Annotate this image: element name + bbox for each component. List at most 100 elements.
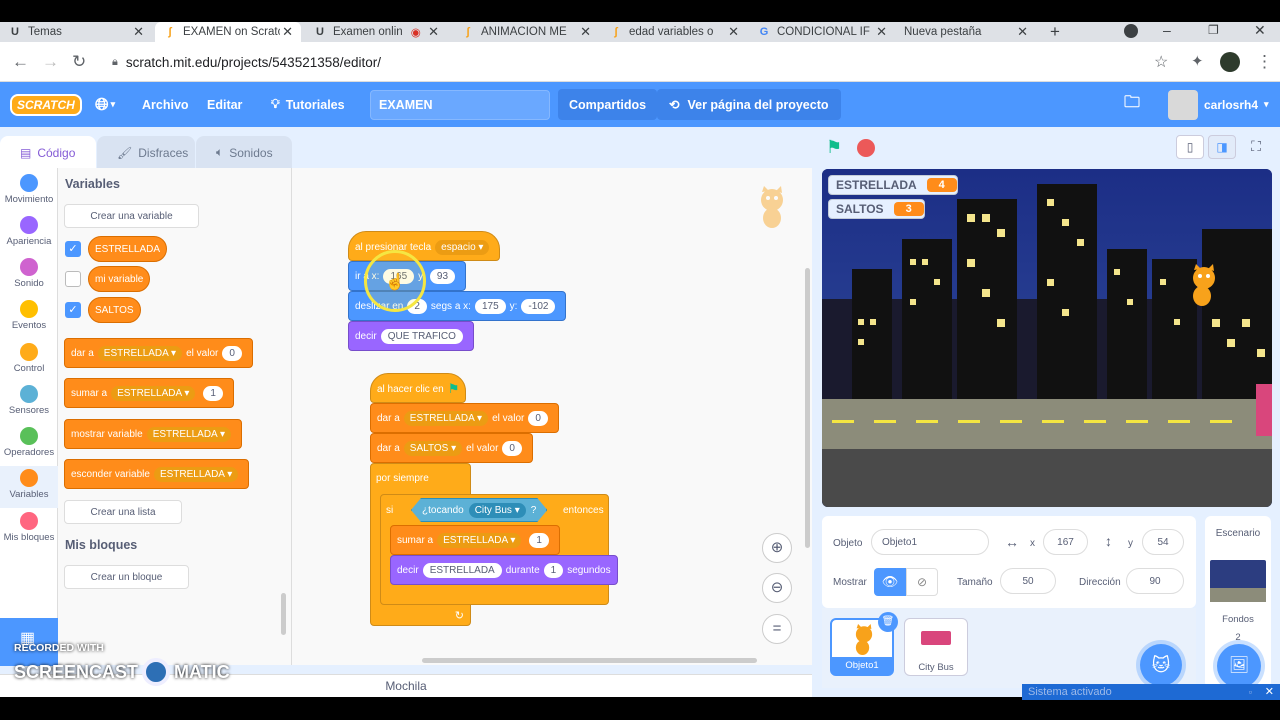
share-button[interactable]: Compartidos <box>558 89 658 120</box>
create-list-button[interactable]: Crear una lista <box>64 500 182 524</box>
value-input[interactable]: 0 <box>502 440 522 456</box>
account-menu[interactable]: carlosrh4 ▾ <box>1168 82 1269 127</box>
key-dropdown[interactable]: espacio ▾ <box>435 239 490 255</box>
hide-sprite-icon[interactable]: ⊘ <box>906 568 938 596</box>
block-set-variable[interactable]: dar a ESTRELLADA ▾ el valor 0 <box>64 338 253 368</box>
x-input[interactable]: 167 <box>1043 529 1088 555</box>
minimize-icon[interactable]: – <box>1163 22 1171 38</box>
block-set-saltos[interactable]: dar a SALTOS ▾ el valor 0 <box>370 433 533 463</box>
tab-costumes[interactable]: 🖌︎ Disfraces <box>97 136 195 169</box>
profile-menu-icon[interactable] <box>1124 24 1138 38</box>
tab-examen-online[interactable]: U Examen onlin ◉ ✕ <box>305 22 447 42</box>
add-backdrop-button[interactable]: 🖼︎ <box>1217 644 1261 688</box>
stage-canvas[interactable]: ESTRELLADA 4 SALTOS 3 <box>822 169 1272 507</box>
category-mis-bloques[interactable]: Mis bloques <box>0 512 58 543</box>
x-input[interactable]: 175 <box>474 298 506 314</box>
url-field[interactable]: 🔒︎ scratch.mit.edu/projects/543521358/ed… <box>100 48 1180 76</box>
tab-condicional[interactable]: G CONDICIONAL IF ✕ <box>749 22 895 42</box>
tab-code[interactable]: ▤ Código <box>0 136 96 169</box>
hat-when-flag-clicked[interactable]: al hacer clic en ⚑ <box>370 373 467 403</box>
zoom-reset-icon[interactable]: = <box>762 614 792 644</box>
back-icon[interactable]: ← <box>12 52 29 72</box>
close-icon[interactable]: ✕ <box>728 24 739 40</box>
extensions-icon[interactable]: ✦ <box>1191 52 1204 70</box>
block-change-variable[interactable]: sumar a ESTRELLADA ▾ 1 <box>64 378 234 408</box>
block-say[interactable]: decir QUE TRAFICO <box>348 321 474 351</box>
add-sprite-button[interactable]: 🐱︎ <box>1140 644 1182 686</box>
block-show-variable[interactable]: mostrar variable ESTRELLADA ▾ <box>64 419 242 449</box>
zoom-in-icon[interactable]: ⊕ <box>762 533 792 563</box>
menu-editar[interactable]: Editar <box>207 82 242 127</box>
system-notification[interactable]: Sistema activado ▫ ✕ <box>1022 684 1280 700</box>
category-sonido[interactable]: Sonido <box>0 258 58 289</box>
tab-temas[interactable]: U Temas ✕ <box>0 22 152 42</box>
avatar[interactable] <box>1220 52 1240 72</box>
category-control[interactable]: Control <box>0 343 58 374</box>
close-icon[interactable]: ✕ <box>580 24 591 40</box>
checkbox-estrellada[interactable]: ✓ <box>65 241 81 257</box>
tutorials-button[interactable]: 💡︎ Tutoriales <box>271 82 345 127</box>
sprite-tile-objeto1[interactable]: Objeto1 🗑︎ <box>830 612 898 676</box>
menu-archivo[interactable]: Archivo <box>142 82 189 127</box>
y-input[interactable]: 54 <box>1142 529 1184 555</box>
zoom-out-icon[interactable]: ⊖ <box>762 573 792 603</box>
tab-edad-variables[interactable]: ʃ edad variables o ✕ <box>601 22 747 42</box>
direction-input[interactable]: 90 <box>1126 568 1184 594</box>
category-operadores[interactable]: Operadores <box>0 427 58 458</box>
tab-nueva[interactable]: Nueva pestaña ✕ <box>896 22 1036 42</box>
fullscreen-icon[interactable]: ⛶ <box>1242 135 1270 159</box>
message-input[interactable]: ESTRELLADA <box>422 562 502 578</box>
delete-sprite-icon[interactable]: 🗑︎ <box>878 612 898 632</box>
large-stage-icon[interactable]: ◨ <box>1208 135 1236 159</box>
checkbox-mi-variable[interactable] <box>65 271 81 287</box>
reporter-estrellada[interactable]: ESTRELLADA <box>88 236 168 262</box>
value-input[interactable]: 0 <box>222 345 242 361</box>
category-movimiento[interactable]: Movimiento <box>0 174 58 205</box>
close-icon[interactable]: ✕ <box>133 24 144 40</box>
close-icon[interactable]: ✕ <box>1017 24 1028 40</box>
value-input[interactable]: 1 <box>203 385 223 401</box>
sprite-name-input[interactable]: Objeto1 <box>871 529 989 555</box>
create-variable-button[interactable]: Crear una variable <box>64 204 199 228</box>
block-hide-variable[interactable]: esconder variable ESTRELLADA ▾ <box>64 459 250 489</box>
green-flag-icon[interactable]: ⚑ <box>826 137 842 158</box>
category-sensores[interactable]: Sensores <box>0 385 58 416</box>
condition-touching[interactable]: ¿tocando City Bus ▾? <box>411 498 547 522</box>
y-input[interactable]: 93 <box>429 268 456 284</box>
language-globe-icon[interactable]: 🌐︎ ▾ <box>95 82 115 127</box>
stage-selector-panel[interactable]: Escenario Fondos 2 🖼︎ <box>1205 516 1271 688</box>
variable-dropdown[interactable]: ESTRELLADA ▾ <box>153 466 239 482</box>
create-block-button[interactable]: Crear un bloque <box>64 565 189 589</box>
category-apariencia[interactable]: Apariencia <box>0 216 58 247</box>
variable-dropdown[interactable]: ESTRELLADA ▾ <box>111 385 196 401</box>
forward-icon[interactable]: → <box>42 52 59 72</box>
reload-icon[interactable]: ↻ <box>72 52 86 72</box>
block-say-for-secs[interactable]: decir ESTRELLADA durante 1 segundos <box>390 555 618 585</box>
variable-dropdown[interactable]: ESTRELLADA ▾ <box>437 532 522 548</box>
block-change-estrellada[interactable]: sumar a ESTRELLADA ▾ 1 <box>390 525 560 555</box>
scratch-logo[interactable]: SCRATCH <box>10 82 82 127</box>
small-stage-icon[interactable]: ▯ <box>1176 135 1204 159</box>
close-icon[interactable]: ✕ <box>876 24 887 40</box>
show-sprite-eye-icon[interactable]: 👁︎ <box>874 568 906 596</box>
new-tab-icon[interactable]: + <box>1050 22 1060 42</box>
tab-sounds[interactable]: 🔈︎ Sonidos <box>196 136 292 169</box>
close-icon[interactable]: ✕ <box>280 24 293 40</box>
variable-dropdown[interactable]: SALTOS ▾ <box>403 440 463 456</box>
variable-dropdown[interactable]: ESTRELLADA ▾ <box>146 426 231 442</box>
bookmark-star-icon[interactable]: ☆ <box>1154 52 1168 72</box>
checkbox-saltos[interactable]: ✓ <box>65 302 81 318</box>
palette-scrollbar[interactable] <box>281 593 286 635</box>
tab-animacion[interactable]: ʃ ANIMACION ME ✕ <box>453 22 599 42</box>
reporter-mi-variable[interactable]: mi variable <box>88 266 151 292</box>
kebab-menu-icon[interactable]: ⋮ <box>1256 52 1273 72</box>
workspace-hscrollbar[interactable] <box>422 658 757 663</box>
size-input[interactable]: 50 <box>1000 568 1056 594</box>
see-project-page-button[interactable]: ⟲ Ver página del proyecto <box>657 89 841 120</box>
tab-examen-scratch[interactable]: ʃ EXAMEN on Scratch ✕ <box>155 22 301 42</box>
secs-input[interactable]: 1 <box>543 562 564 578</box>
close-icon[interactable]: ✕ <box>428 24 439 40</box>
value-input[interactable]: 1 <box>529 532 549 548</box>
workspace-vscrollbar[interactable] <box>805 268 810 548</box>
block-set-estrellada[interactable]: dar a ESTRELLADA ▾ el valor 0 <box>370 403 559 433</box>
